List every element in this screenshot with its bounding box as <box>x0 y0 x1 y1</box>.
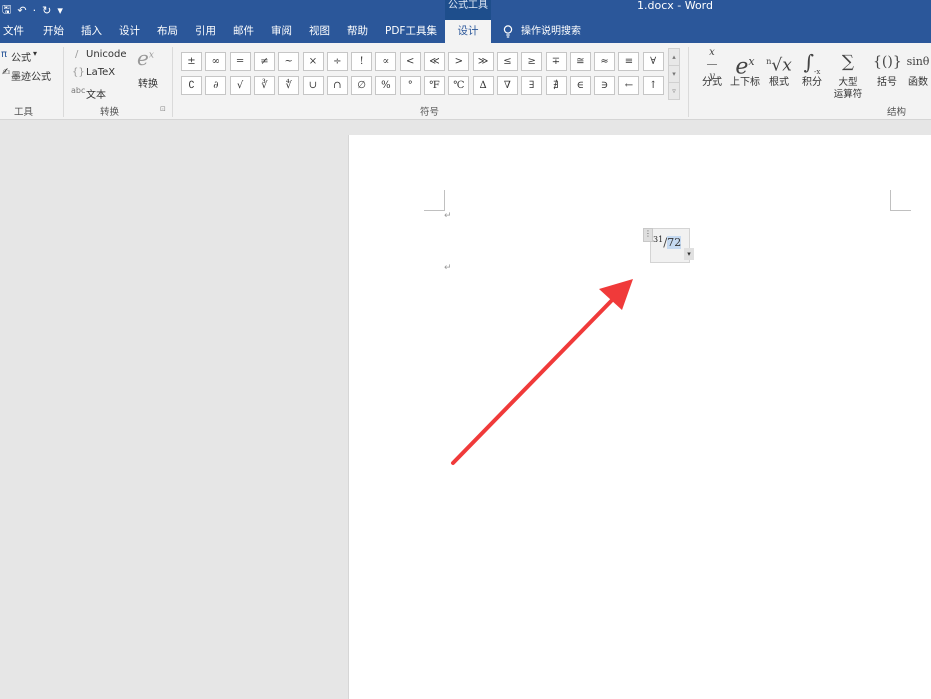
annotation-arrow <box>451 279 633 465</box>
arrow-head <box>599 279 633 310</box>
arrow-shaft <box>451 292 620 465</box>
